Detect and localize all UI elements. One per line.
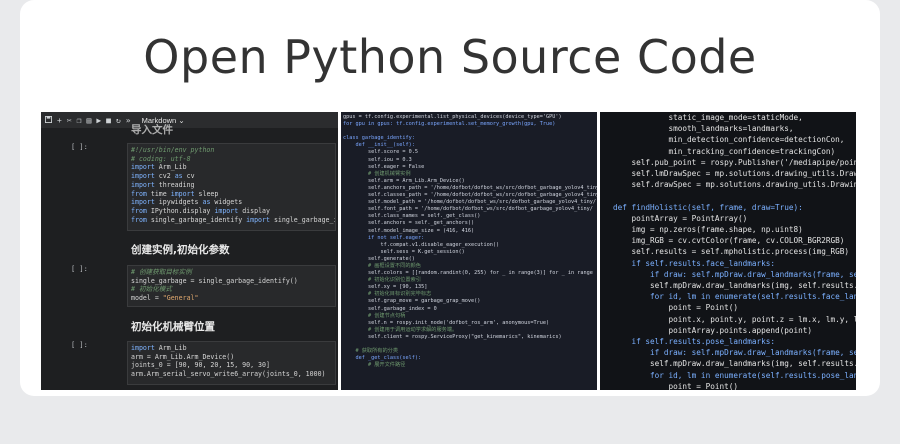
- code-line: point = Point(): [613, 381, 738, 390]
- cell-code[interactable]: import Arm_Lib arm = Arm_Lib.Arm_Device(…: [127, 341, 336, 385]
- code-line: min_detection_confidence=detectionCon,: [613, 135, 845, 145]
- notebook-heading-top: 导入文件: [131, 124, 173, 136]
- code-line: # 获取所有的分类: [343, 348, 399, 355]
- code-line: self.class_names = self._get_class(): [343, 213, 481, 220]
- notebook-heading: 创建实例,初始化参数: [131, 244, 230, 256]
- code-line: self.drawSpec = mp.solutions.drawing_uti…: [631, 180, 857, 190]
- code-line: self.lmDrawSpec = mp.solutions.drawing_u…: [631, 169, 857, 179]
- code-line: self.garbage_index = 0: [343, 305, 437, 312]
- code-line: # 画框设置不同的颜色: [343, 262, 421, 269]
- code-line: point.x, point.y, point.z = lm.x, lm.y, …: [613, 314, 856, 324]
- code-line: min_tracking_confidence=trackingCon): [613, 146, 836, 156]
- code-line: if self.results.pose_landmarks:: [613, 337, 776, 347]
- code-listing: static_image_mode=staticMode, smooth_lan…: [613, 112, 856, 390]
- notebook-heading: 初始化机械臂位置: [131, 321, 215, 333]
- mediapipe-code-screenshot: static_image_mode=staticMode, smooth_lan…: [600, 112, 856, 390]
- notebook-toolbar: + ✂ ❐ ▤ ▶ ■ ↻ » Markdown ⌄: [41, 112, 338, 128]
- add-cell-icon[interactable]: +: [57, 116, 62, 125]
- code-line: def __init__(self):: [343, 142, 415, 149]
- stop-icon[interactable]: ■: [106, 116, 111, 125]
- code-line: self.font_path = '/home/dofbot/dofbot_ws…: [343, 206, 593, 213]
- code-line: pointArray.points.append(point): [613, 325, 813, 335]
- copy-icon[interactable]: ❐: [77, 116, 82, 125]
- code-line: # 创建节点句柄: [343, 312, 406, 319]
- code-line: for id, lm in enumerate(self.results.pos…: [650, 370, 856, 380]
- paste-icon[interactable]: ▤: [86, 116, 91, 125]
- code-line: self.iou = 0.3: [343, 156, 412, 163]
- cell-code[interactable]: # 创建获取目标实例 single_garbage = single_garba…: [127, 265, 336, 307]
- jupyter-notebook-screenshot: + ✂ ❐ ▤ ▶ ■ ↻ » Markdown ⌄ 导入文件 [ ]: #!/…: [41, 112, 338, 390]
- code-line: static_image_mode=staticMode,: [613, 113, 803, 122]
- code-line: self.anchors = self._get_anchors(): [343, 220, 475, 227]
- code-line: gpus = tf.config.experimental.list_physi…: [343, 114, 562, 120]
- code-line: pointArray = PointArray(): [613, 213, 748, 223]
- code-line: if draw: self.mpDraw.draw_landmarks(fram…: [650, 348, 856, 358]
- code-line: point = Point(): [613, 303, 738, 313]
- code-line: if draw: self.mpDraw.draw_landmarks(fram…: [650, 269, 856, 279]
- code-line: self.eager = False: [343, 163, 425, 170]
- code-line: self.classes_path = '/home/dofbot/dofbot…: [343, 192, 597, 199]
- restart-icon[interactable]: ↻: [116, 116, 121, 125]
- save-icon[interactable]: [45, 115, 52, 125]
- cell-prompt: [ ]:: [71, 265, 88, 273]
- garbage-identify-code-screenshot: gpus = tf.config.experimental.list_physi…: [341, 112, 597, 390]
- code-line: class garbage_identify:: [343, 135, 415, 142]
- code-line: self.model_image_size = (416, 416): [343, 227, 475, 234]
- code-listing: gpus = tf.config.experimental.list_physi…: [343, 114, 597, 369]
- code-line: for gpu in gpus: tf.config.experimental.…: [343, 121, 556, 128]
- code-line: self.sess = K.get_session(): [343, 248, 465, 255]
- code-line: self.anchors_path = '/home/dofbot/dofbot…: [343, 184, 597, 191]
- cell-code[interactable]: #!/usr/bin/env python # coding: utf-8 im…: [127, 143, 336, 231]
- code-line: # 初始化识别位置索引: [343, 277, 421, 284]
- code-line: if self.results.face_landmarks:: [613, 258, 776, 268]
- code-line: # 创建用于调用运动学求解的服务端。: [343, 326, 458, 333]
- code-line: self.score = 0.5: [343, 149, 418, 156]
- code-line: self.arm = Arm_Lib.Arm_Device(): [343, 177, 465, 184]
- cell-prompt: [ ]:: [71, 341, 88, 349]
- code-line: self.mpDraw.draw_landmarks(img, self.res…: [650, 359, 856, 369]
- code-line: # 展开文件路径: [343, 362, 406, 369]
- fast-forward-icon[interactable]: »: [126, 116, 131, 125]
- code-line: self.grap_move = garbage_grap_move(): [343, 298, 481, 305]
- page-title: Open Python Source Code: [143, 30, 757, 84]
- run-icon[interactable]: ▶: [96, 116, 101, 125]
- cut-icon[interactable]: ✂: [67, 116, 72, 125]
- code-line: self.client = rospy.ServiceProxy("get_ki…: [343, 333, 562, 340]
- code-line: if not self.eager:: [343, 234, 425, 241]
- code-line: self.model_path = '/home/dofbot/dofbot_w…: [343, 199, 596, 206]
- code-line: self.mpDraw.draw_landmarks(img, self.res…: [650, 281, 856, 291]
- code-line: img = np.zeros(frame.shape, np.uint8): [613, 225, 803, 235]
- code-line: def findHolistic(self, frame, draw=True)…: [613, 202, 803, 212]
- code-line: # 初始化目标识别完毕标志: [343, 291, 432, 298]
- code-line: self.pub_point = rospy.Publisher('/media…: [631, 157, 857, 167]
- code-line: self.generate(): [343, 255, 415, 262]
- code-line: self.n = rospy.init_node('dofbot_ros_arm…: [343, 319, 550, 326]
- code-line: img_RGB = cv.cvtColor(frame, cv.COLOR_BG…: [613, 236, 845, 246]
- code-line: for id, lm in enumerate(self.results.fac…: [650, 292, 856, 302]
- code-line: smooth_landmarks=landmarks,: [613, 124, 794, 134]
- code-line: self.results = self.mpholistic.process(i…: [613, 247, 850, 257]
- code-line: # 创建机械臂实例: [343, 170, 411, 177]
- cell-prompt: [ ]:: [71, 143, 88, 151]
- code-line: tf.compat.v1.disable_eager_execution(): [343, 241, 500, 248]
